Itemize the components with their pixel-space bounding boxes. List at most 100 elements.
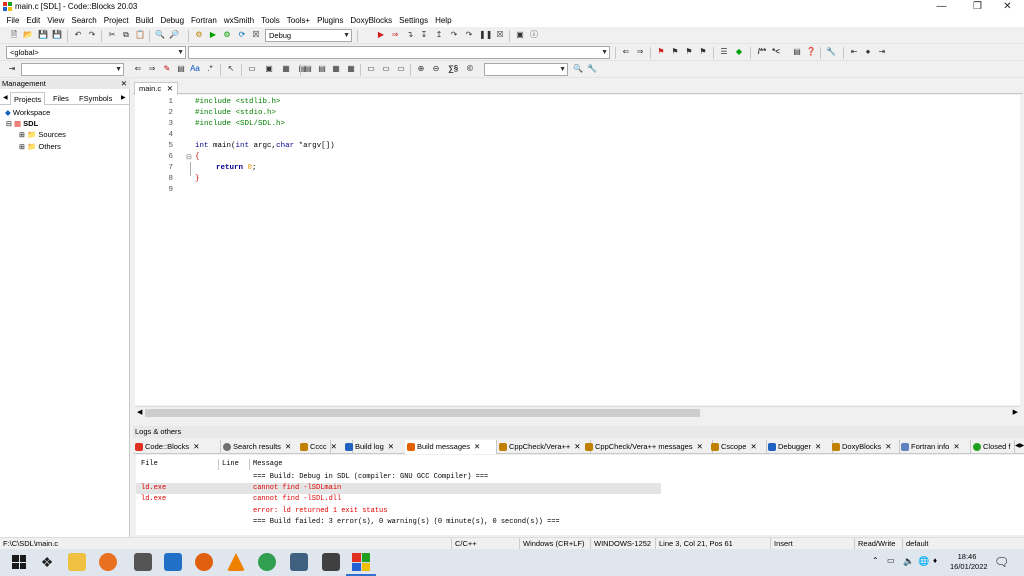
clear-bookmarks-icon[interactable]: ⚑ xyxy=(697,46,709,58)
code-editor[interactable]: 1 2 3 4 5 6 7 8 9 ⊟ #include <stdlib.h> … xyxy=(135,95,1020,405)
menu-doxyblocks[interactable]: DoxyBlocks xyxy=(347,14,396,27)
menu-debug[interactable]: Debug xyxy=(157,14,188,27)
goto-settings-icon[interactable]: 🔧 xyxy=(586,63,598,75)
expand-icon[interactable]: ▭ xyxy=(395,63,407,75)
jump-forward-icon[interactable]: ⇒ xyxy=(634,46,646,58)
regex-icon[interactable]: .* xyxy=(204,63,216,75)
tab-cppcheck[interactable]: CppCheck/Vera++ ✕ xyxy=(497,440,591,454)
search-mode-icon[interactable]: ⇥ xyxy=(6,63,18,75)
step-into-instruction-icon[interactable]: ↷ xyxy=(463,29,475,41)
select-cursor-icon[interactable]: ↖ xyxy=(225,63,237,75)
config-wrench-icon[interactable]: 🔧 xyxy=(825,46,837,58)
close-icon[interactable]: ✕ xyxy=(167,83,173,95)
vscode-icon[interactable] xyxy=(164,553,182,571)
menu-help[interactable]: Help xyxy=(432,14,455,27)
fold-marker-icon[interactable]: ⊟ xyxy=(186,153,192,161)
menu-build[interactable]: Build xyxy=(132,14,157,27)
terminal-icon[interactable] xyxy=(134,553,152,571)
table-row[interactable]: ld.exe cannot find -lSDLmain xyxy=(136,483,661,494)
tab-projects[interactable]: Projects xyxy=(10,92,46,105)
insert-frame-icon[interactable]: ▭ xyxy=(246,63,258,75)
windows-start-icon[interactable] xyxy=(12,555,26,569)
find-next-icon[interactable]: ⇒ xyxy=(146,63,158,75)
table-row[interactable]: === Build failed: 3 error(s), 0 warning(… xyxy=(136,517,661,528)
insert-grid-icon[interactable]: ▦ xyxy=(280,63,292,75)
tray-chevron-icon[interactable]: ⌃ xyxy=(872,556,879,565)
next-bookmark-icon[interactable]: ⚑ xyxy=(683,46,695,58)
clock[interactable]: 18:46 16/01/2022 xyxy=(950,552,988,572)
paste-icon[interactable]: 📋 xyxy=(134,29,146,41)
selected-text-icon[interactable]: ▤ xyxy=(175,63,187,75)
tab-build-messages[interactable]: Build messages ✕ xyxy=(405,440,497,454)
menu-project[interactable]: Project xyxy=(100,14,132,27)
tree-workspace[interactable]: ◆ Workspace xyxy=(5,108,50,118)
spacer-icon[interactable]: ▭ xyxy=(365,63,377,75)
menu-search[interactable]: Search xyxy=(68,14,100,27)
tabs-right-icon[interactable]: ▶ xyxy=(118,92,129,105)
stop-debug-icon[interactable]: ☒ xyxy=(494,29,506,41)
toggle-bookmark-icon[interactable]: ⚑ xyxy=(655,46,667,58)
step-into-icon[interactable]: ↧ xyxy=(418,29,430,41)
build-and-run-icon[interactable]: ⚙ xyxy=(221,29,233,41)
html-doc-icon[interactable]: ▤ xyxy=(791,46,803,58)
prev-bookmark-icon[interactable]: ⚑ xyxy=(669,46,681,58)
menu-view[interactable]: View xyxy=(44,14,68,27)
typora-icon[interactable] xyxy=(290,553,308,571)
pause-icon[interactable]: ❚❚ xyxy=(479,29,492,41)
notifications-icon[interactable]: 🗨 xyxy=(994,555,1009,569)
search-text-combo[interactable]: ▼ xyxy=(21,63,124,76)
debug-info-icon[interactable]: ⓘ xyxy=(528,29,540,41)
cut-icon[interactable]: ✂ xyxy=(106,29,118,41)
save-all-icon[interactable]: 💾 xyxy=(51,29,63,41)
network-icon[interactable]: ▭ xyxy=(887,556,895,565)
tab-cscope[interactable]: Cscope ✕ xyxy=(709,440,767,454)
tab-main-c[interactable]: main.c ✕ xyxy=(134,82,178,95)
goto-combo[interactable]: ▼ xyxy=(484,63,568,76)
vlc-icon[interactable] xyxy=(227,553,245,571)
abort-icon[interactable]: ☒ xyxy=(250,29,262,41)
doxy-run-icon[interactable]: ◆ xyxy=(733,46,745,58)
tab-files[interactable]: Files xyxy=(50,92,72,105)
debug-windows-icon[interactable]: ▣ xyxy=(514,29,526,41)
scrollbar-thumb[interactable] xyxy=(145,409,700,417)
tree-project-sdl[interactable]: ⊟ ▦ SDL xyxy=(6,119,38,130)
menu-tools-plus[interactable]: Tools+ xyxy=(283,14,313,27)
symbol-select[interactable]: ▼ xyxy=(188,46,610,59)
gridsizer-icon[interactable]: ▦ xyxy=(330,63,342,75)
language-icon[interactable]: ♦ xyxy=(933,556,937,565)
undo-icon[interactable]: ↶ xyxy=(72,29,84,41)
fortran-jump-forward-icon[interactable]: ⇥ xyxy=(876,46,888,58)
new-file-icon[interactable]: 🗎 xyxy=(8,29,20,41)
menu-file[interactable]: File xyxy=(3,14,23,27)
chrome-icon[interactable] xyxy=(258,553,276,571)
media-icon[interactable] xyxy=(322,553,340,571)
find-previous-icon[interactable]: ⇐ xyxy=(132,63,144,75)
tab-debugger[interactable]: Debugger ✕ xyxy=(766,440,833,454)
maximize-button[interactable]: ❐ xyxy=(961,0,994,14)
horizontal-scrollbar[interactable]: ◀ ▶ xyxy=(135,406,1020,418)
firefox-icon[interactable] xyxy=(99,553,117,571)
tab-build-log[interactable]: Build log ✕ xyxy=(343,440,413,454)
highlight-icon[interactable]: ✎ xyxy=(161,63,173,75)
step-out-icon[interactable]: ↥ xyxy=(433,29,445,41)
globe-icon[interactable]: 🌐 xyxy=(918,556,929,567)
close-button[interactable]: ✕ xyxy=(991,0,1024,14)
insert-panel-icon[interactable]: ▣ xyxy=(263,63,275,75)
menu-fortran[interactable]: Fortran xyxy=(188,14,221,27)
run-icon[interactable]: ▶ xyxy=(207,29,219,41)
minimize-button[interactable]: — xyxy=(925,0,958,14)
tab-doxyblocks[interactable]: DoxyBlocks ✕ xyxy=(830,440,900,454)
tree-folder-others[interactable]: ⊞ 📁 Others xyxy=(19,142,61,153)
tab-fortran-info[interactable]: Fortran info ✕ xyxy=(899,440,971,454)
zoom-out-icon[interactable]: ⊖ xyxy=(430,63,442,75)
file-explorer-icon[interactable] xyxy=(68,553,86,571)
tree-folder-sources[interactable]: ⊞ 📁 Sources xyxy=(19,130,66,141)
fortran-jump-back-icon[interactable]: ⇤ xyxy=(848,46,860,58)
table-row[interactable]: error: ld returned 1 exit status xyxy=(136,506,661,517)
codeblocks-taskbar-icon[interactable] xyxy=(352,553,370,571)
replace-icon[interactable]: 🔎 xyxy=(168,29,180,41)
tab-codeblocks-log[interactable]: Code::Blocks ✕ xyxy=(133,440,221,454)
next-instruction-icon[interactable]: ↷ xyxy=(448,29,460,41)
fortran-home-icon[interactable]: ● xyxy=(862,46,874,58)
save-icon[interactable]: 💾 xyxy=(37,29,49,41)
